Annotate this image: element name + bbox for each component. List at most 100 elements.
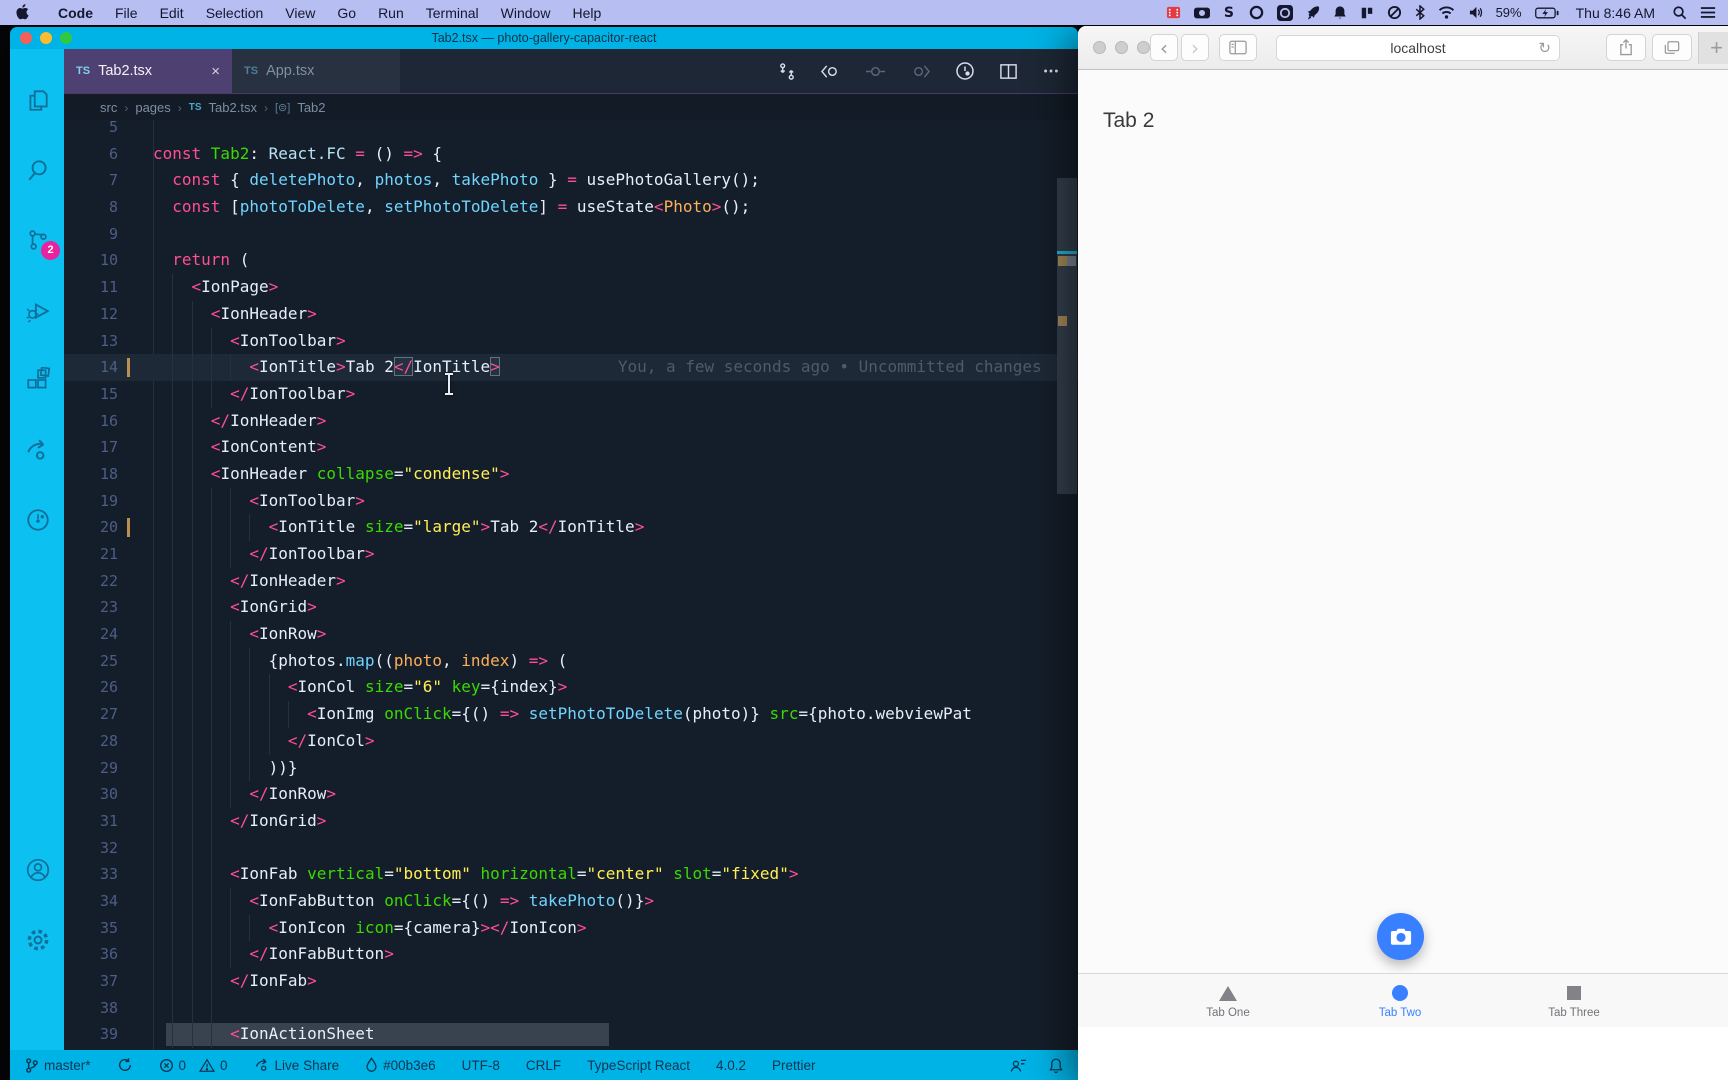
- zoom-window-button[interactable]: [1137, 41, 1150, 54]
- tab-two[interactable]: Tab Two: [1340, 981, 1460, 1019]
- code-line-5[interactable]: 5: [64, 120, 1078, 141]
- code-line-14[interactable]: 14 <IonTitle>Tab 2</IonTitle> You, a few s…: [64, 354, 1078, 381]
- minimize-window-button[interactable]: [40, 32, 52, 44]
- code-line-6[interactable]: 6 const Tab2: React.FC = () => {: [64, 141, 1078, 168]
- code-line-18[interactable]: 18 <IonHeader collapse="condense">: [64, 460, 1078, 488]
- volume-icon[interactable]: [1468, 6, 1483, 19]
- scrollbar-thumb[interactable]: [1057, 178, 1077, 494]
- encoding-status[interactable]: UTF-8: [462, 1058, 500, 1073]
- code-line-17[interactable]: 17 <IonContent>: [64, 434, 1078, 461]
- show-tabs-button[interactable]: [1652, 34, 1692, 61]
- ts-version-status[interactable]: 4.0.2: [716, 1058, 746, 1073]
- feedback-icon[interactable]: [1009, 1057, 1028, 1074]
- code-line-13[interactable]: 13 <IonToolbar>: [64, 327, 1078, 355]
- code-line-10[interactable]: 10 return (: [64, 247, 1078, 274]
- code-line-35[interactable]: 35 <IonIcon icon={camera}></IonIcon>: [64, 914, 1078, 942]
- minimize-window-button[interactable]: [1115, 41, 1128, 54]
- bell-menubar-icon[interactable]: [1333, 5, 1347, 20]
- menu-edit[interactable]: Edit: [160, 5, 184, 21]
- formatter-status[interactable]: Prettier: [772, 1058, 816, 1073]
- tab-app-tsx[interactable]: TS App.tsx: [232, 49, 400, 93]
- source-control-icon[interactable]: 2: [25, 227, 60, 260]
- breadcrumb-symbol[interactable]: Tab2: [297, 100, 325, 115]
- explorer-icon[interactable]: [25, 87, 51, 113]
- split-editor-icon[interactable]: [999, 62, 1018, 81]
- menu-window[interactable]: Window: [501, 5, 551, 21]
- share-button[interactable]: [1606, 34, 1646, 61]
- code-line-30[interactable]: 30 </IonRow>: [64, 781, 1078, 808]
- columns-icon[interactable]: [1360, 6, 1374, 20]
- stage-icon[interactable]: [865, 62, 886, 81]
- code-line-20[interactable]: 20 <IonTitle size="large">Tab 2</IonTitle…: [64, 514, 1078, 541]
- branch-status[interactable]: master*: [24, 1057, 91, 1074]
- rocket-icon[interactable]: [1306, 5, 1320, 20]
- editor-scrollbar[interactable]: [1057, 120, 1077, 1050]
- vscode-title-bar[interactable]: Tab2.tsx — photo-gallery-capacitor-react: [10, 27, 1078, 49]
- language-mode-status[interactable]: TypeScript React: [587, 1058, 690, 1073]
- code-line-32[interactable]: 32: [64, 834, 1078, 862]
- code-line-39[interactable]: 39 <IonActionSheet: [64, 1021, 1078, 1049]
- code-line-29[interactable]: 29))}: [64, 754, 1078, 782]
- code-line-15[interactable]: 15 </IonToolbar>: [64, 380, 1078, 408]
- code-line-33[interactable]: 33 <IonFab vertical="bottom" horizontal="…: [64, 861, 1078, 888]
- sync-status[interactable]: [117, 1057, 133, 1073]
- eol-status[interactable]: CRLF: [526, 1058, 561, 1073]
- address-bar[interactable]: localhost ↻: [1276, 35, 1560, 61]
- circle-dot-icon[interactable]: [1276, 4, 1293, 21]
- close-tab-icon[interactable]: ×: [211, 63, 220, 80]
- code-line-38[interactable]: 38: [64, 994, 1078, 1022]
- menu-selection[interactable]: Selection: [206, 5, 264, 21]
- screen-record-icon[interactable]: [1166, 5, 1181, 20]
- code-line-9[interactable]: 9: [64, 221, 1078, 248]
- code-line-26[interactable]: 26 <IonCol size="6" key={index}>: [64, 674, 1078, 702]
- code-line-31[interactable]: 31 </IonGrid>: [64, 807, 1078, 835]
- more-actions-icon[interactable]: [1042, 62, 1060, 80]
- open-changes-icon[interactable]: [777, 62, 796, 81]
- code-line-36[interactable]: 36 </IonFabButton>: [64, 941, 1078, 968]
- run-debug-icon[interactable]: [25, 297, 51, 323]
- code-line-21[interactable]: 21 </IonToolbar>: [64, 541, 1078, 568]
- menu-go[interactable]: Go: [337, 5, 356, 21]
- menu-terminal[interactable]: Terminal: [426, 5, 479, 21]
- code-line-23[interactable]: 23 <IonGrid>: [64, 594, 1078, 622]
- code-line-34[interactable]: 34 <IonFabButton onClick={() => takePhoto…: [64, 887, 1078, 915]
- pending-changes-icon[interactable]: [25, 507, 51, 533]
- forward-button[interactable]: ›: [1181, 34, 1209, 61]
- code-line-24[interactable]: 24 <IonRow>: [64, 621, 1078, 648]
- menubar-clock[interactable]: Thu 8:46 AM: [1576, 5, 1655, 21]
- close-window-button[interactable]: [20, 32, 32, 44]
- code-line-28[interactable]: 28 </IonCol>: [64, 727, 1078, 755]
- back-button[interactable]: ‹: [1150, 34, 1178, 61]
- menu-view[interactable]: View: [285, 5, 315, 21]
- live-share-icon[interactable]: [25, 437, 51, 463]
- code-line-25[interactable]: 25 {photos.map((photo, index) => (: [64, 647, 1078, 675]
- extensions-icon[interactable]: [25, 367, 51, 393]
- code-line-37[interactable]: 37 </IonFab>: [64, 968, 1078, 995]
- bluetooth-icon[interactable]: [1415, 5, 1425, 20]
- camera-fab-button[interactable]: [1377, 913, 1424, 960]
- close-window-button[interactable]: [1093, 41, 1106, 54]
- code-line-16[interactable]: 16 </IonHeader>: [64, 407, 1078, 435]
- camera-menubar-icon[interactable]: [1193, 6, 1210, 20]
- zoom-window-button[interactable]: [60, 32, 72, 44]
- code-line-7[interactable]: 7 const { deletePhoto, photos, takePhoto …: [64, 167, 1078, 194]
- problems-status[interactable]: 0 0: [159, 1058, 228, 1073]
- apple-menu[interactable]: [14, 4, 29, 21]
- breadcrumb-pages[interactable]: pages: [135, 100, 170, 115]
- code-line-19[interactable]: 19 <IonToolbar>: [64, 487, 1078, 515]
- tab-tab2-tsx[interactable]: TS Tab2.tsx ×: [64, 49, 232, 93]
- do-not-disturb-icon[interactable]: [1387, 5, 1402, 20]
- reload-icon[interactable]: ↻: [1538, 39, 1551, 57]
- live-share-status[interactable]: Live Share: [254, 1057, 339, 1073]
- run-timeline-icon[interactable]: [955, 61, 975, 81]
- search-icon[interactable]: [25, 157, 51, 183]
- code-editor[interactable]: 5 6 const Tab2: React.FC = () => {7 const {…: [64, 120, 1078, 1050]
- spotlight-search-icon[interactable]: [1672, 5, 1687, 20]
- menu-help[interactable]: Help: [572, 5, 601, 21]
- code-line-8[interactable]: 8 const [photoToDelete, setPhotoToDelete]…: [64, 194, 1078, 221]
- navigate-back-icon[interactable]: [820, 62, 841, 81]
- menu-run[interactable]: Run: [378, 5, 404, 21]
- tab-three[interactable]: Tab Three: [1514, 981, 1634, 1019]
- code-line-27[interactable]: 27 <IonImg onClick={() => setPhotoToDelet…: [64, 701, 1078, 728]
- code-line-11[interactable]: 11 <IonPage>: [64, 274, 1078, 301]
